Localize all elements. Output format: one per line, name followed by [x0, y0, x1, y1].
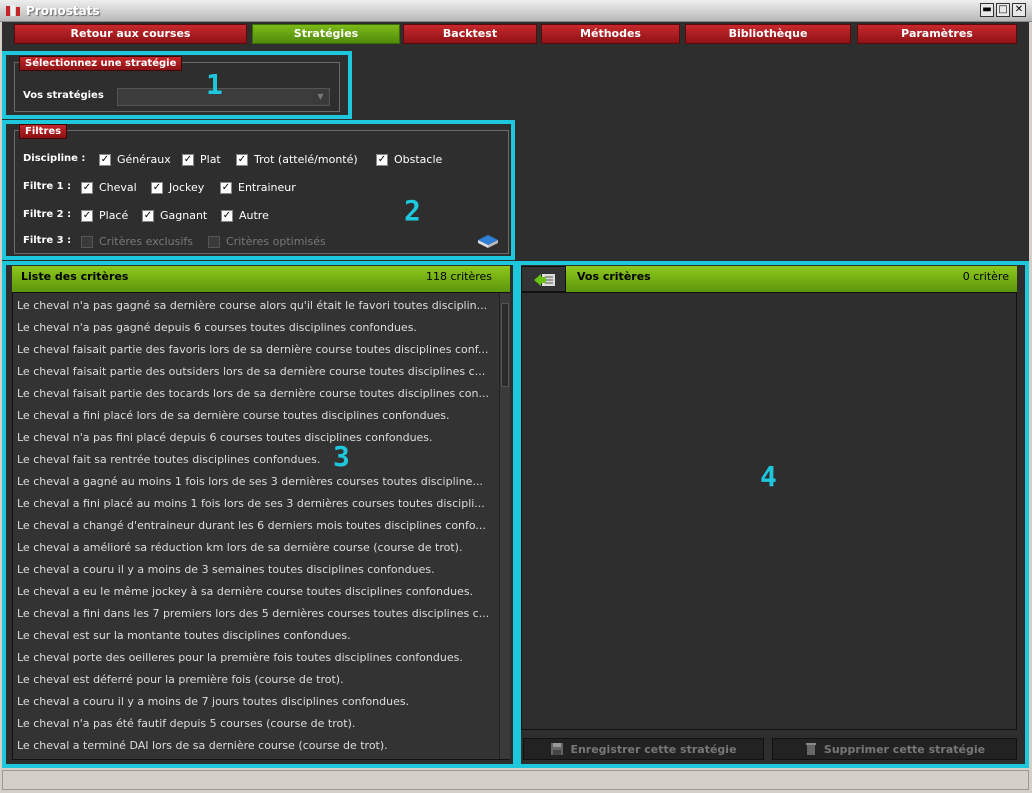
strategy-group: Sélectionnez une stratégie Vos stratégie… [14, 56, 340, 112]
discipline-label: Discipline : [23, 153, 86, 164]
criteria-item[interactable]: Le cheval a amélioré sa réduction km lor… [17, 541, 497, 554]
nav-retour-aux-courses[interactable]: Retour aux courses [14, 24, 247, 44]
checkbox-generaux[interactable]: ✓ Généraux [99, 153, 171, 166]
checkbox-obstacle[interactable]: ✓ Obstacle [376, 153, 442, 166]
delete-strategy-label: Supprimer cette stratégie [823, 742, 986, 756]
filters-group: Filtres Discipline : ✓ Généraux ✓ Plat ✓ Tr… [14, 124, 509, 254]
scrollbar-thumb[interactable] [501, 303, 509, 387]
checkbox-gagnant[interactable]: ✓ Gagnant [142, 209, 207, 222]
criteria-item[interactable]: Le cheval a terminé DAI lors de sa derni… [17, 739, 497, 752]
criteria-item[interactable]: Le cheval faisait partie des outsiders l… [17, 365, 497, 378]
app-icon [6, 5, 20, 16]
criteria-item[interactable]: Le cheval est sur la montante toutes dis… [17, 629, 497, 642]
checkbox-trot[interactable]: ✓ Trot (attelé/monté) [236, 153, 358, 166]
criteria-list-count: 118 critères [426, 270, 492, 283]
back-arrow-button[interactable] [521, 266, 566, 292]
criteria-item[interactable]: Le cheval a changé d'entraineur durant l… [17, 519, 497, 532]
criteria-item[interactable]: Le cheval est déferré pour la première f… [17, 673, 497, 686]
nav-bibliotheque[interactable]: Bibliothèque [685, 24, 851, 44]
criteria-item[interactable]: Le cheval a couru il y a moins de 7 jour… [17, 695, 497, 708]
nav-methodes[interactable]: Méthodes [541, 24, 680, 44]
criteria-list-title: Liste des critères [21, 270, 129, 283]
checkbox-place[interactable]: ✓ Placé [81, 209, 128, 222]
criteria-item[interactable]: Le cheval faisait partie des favoris lor… [17, 343, 497, 356]
checkbox-criteres-exclusifs[interactable]: Critères exclusifs [81, 235, 193, 248]
criteria-list[interactable]: Le cheval n'a pas gagné sa dernière cour… [12, 292, 510, 760]
criteria-item[interactable]: Le cheval a fini dans les 7 premiers lor… [17, 607, 497, 620]
strategy-legend: Sélectionnez une stratégie [19, 56, 183, 71]
criteria-item[interactable]: Le cheval a couru il y a moins de 3 sema… [17, 563, 497, 576]
checkbox-autre[interactable]: ✓ Autre [221, 209, 269, 222]
filters-legend: Filtres [19, 124, 68, 139]
book-icon[interactable] [476, 231, 500, 249]
trash-icon [805, 743, 816, 755]
criteria-item[interactable]: Le cheval a eu le même jockey à sa derni… [17, 585, 497, 598]
title-bar: Pronostats ▬ □ ✕ [0, 0, 1032, 22]
nav-parametres[interactable]: Paramètres [857, 24, 1017, 44]
delete-strategy-button[interactable]: Supprimer cette stratégie [772, 738, 1017, 760]
criteria-item[interactable]: Le cheval porte des oeilleres pour la pr… [17, 651, 497, 664]
criteria-item[interactable]: Le cheval n'a pas gagné depuis 6 courses… [17, 321, 497, 334]
maximize-button[interactable]: □ [996, 3, 1010, 17]
criteria-item[interactable]: Le cheval faisait partie des tocards lor… [17, 387, 497, 400]
criteria-item[interactable]: Le cheval a fini placé au moins 1 fois l… [17, 497, 497, 510]
strategy-label: Vos stratégies [23, 90, 104, 101]
criteria-item[interactable]: Le cheval a fini placé lors de sa derniè… [17, 409, 497, 422]
status-bar [2, 770, 1029, 790]
save-strategy-button[interactable]: Enregistrer cette stratégie [523, 738, 764, 760]
my-criteria-title: Vos critères [577, 270, 651, 283]
criteria-item[interactable]: Le cheval a gagné au moins 1 fois lors d… [17, 475, 497, 488]
my-criteria-list[interactable] [521, 292, 1017, 730]
nav-strategies[interactable]: Stratégies [252, 24, 400, 44]
checkbox-entraineur[interactable]: ✓ Entraineur [220, 181, 296, 194]
criteria-item[interactable]: Le cheval n'a pas été fautif depuis 5 co… [17, 717, 497, 730]
disk-icon [551, 743, 564, 755]
filtre3-label: Filtre 3 : [23, 235, 72, 246]
chevron-down-icon[interactable]: ▼ [313, 90, 328, 104]
marker-3: 3 [333, 440, 350, 473]
filtre1-label: Filtre 1 : [23, 181, 72, 192]
checkbox-jockey[interactable]: ✓ Jockey [151, 181, 204, 194]
my-criteria-header: Vos critères 0 critère [521, 266, 1017, 292]
main-area: Retour aux courses Stratégies Backtest M… [2, 22, 1029, 768]
marker-4: 4 [760, 460, 777, 493]
nav-backtest[interactable]: Backtest [403, 24, 537, 44]
checkbox-plat[interactable]: ✓ Plat [182, 153, 221, 166]
criteria-item[interactable]: Le cheval fait sa rentrée toutes discipl… [17, 453, 497, 466]
minimize-button[interactable]: ▬ [980, 3, 994, 17]
criteria-list-header: Liste des critères 118 critères [12, 266, 510, 292]
criteria-scrollbar[interactable] [499, 293, 510, 759]
back-arrow-icon [534, 274, 555, 286]
marker-2: 2 [404, 194, 421, 227]
my-criteria-count: 0 critère [962, 270, 1009, 283]
criteria-item[interactable]: Le cheval n'a pas gagné sa dernière cour… [17, 299, 497, 312]
checkbox-cheval[interactable]: ✓ Cheval [81, 181, 137, 194]
save-strategy-label: Enregistrer cette stratégie [570, 742, 737, 756]
close-button[interactable]: ✕ [1012, 3, 1026, 17]
checkbox-criteres-optimises[interactable]: Critères optimisés [208, 235, 326, 248]
marker-1: 1 [206, 68, 223, 101]
strategy-select[interactable]: ▼ [117, 88, 330, 106]
criteria-item[interactable]: Le cheval n'a pas fini placé depuis 6 co… [17, 431, 497, 444]
filtre2-label: Filtre 2 : [23, 209, 72, 220]
window-title: Pronostats [26, 4, 100, 18]
